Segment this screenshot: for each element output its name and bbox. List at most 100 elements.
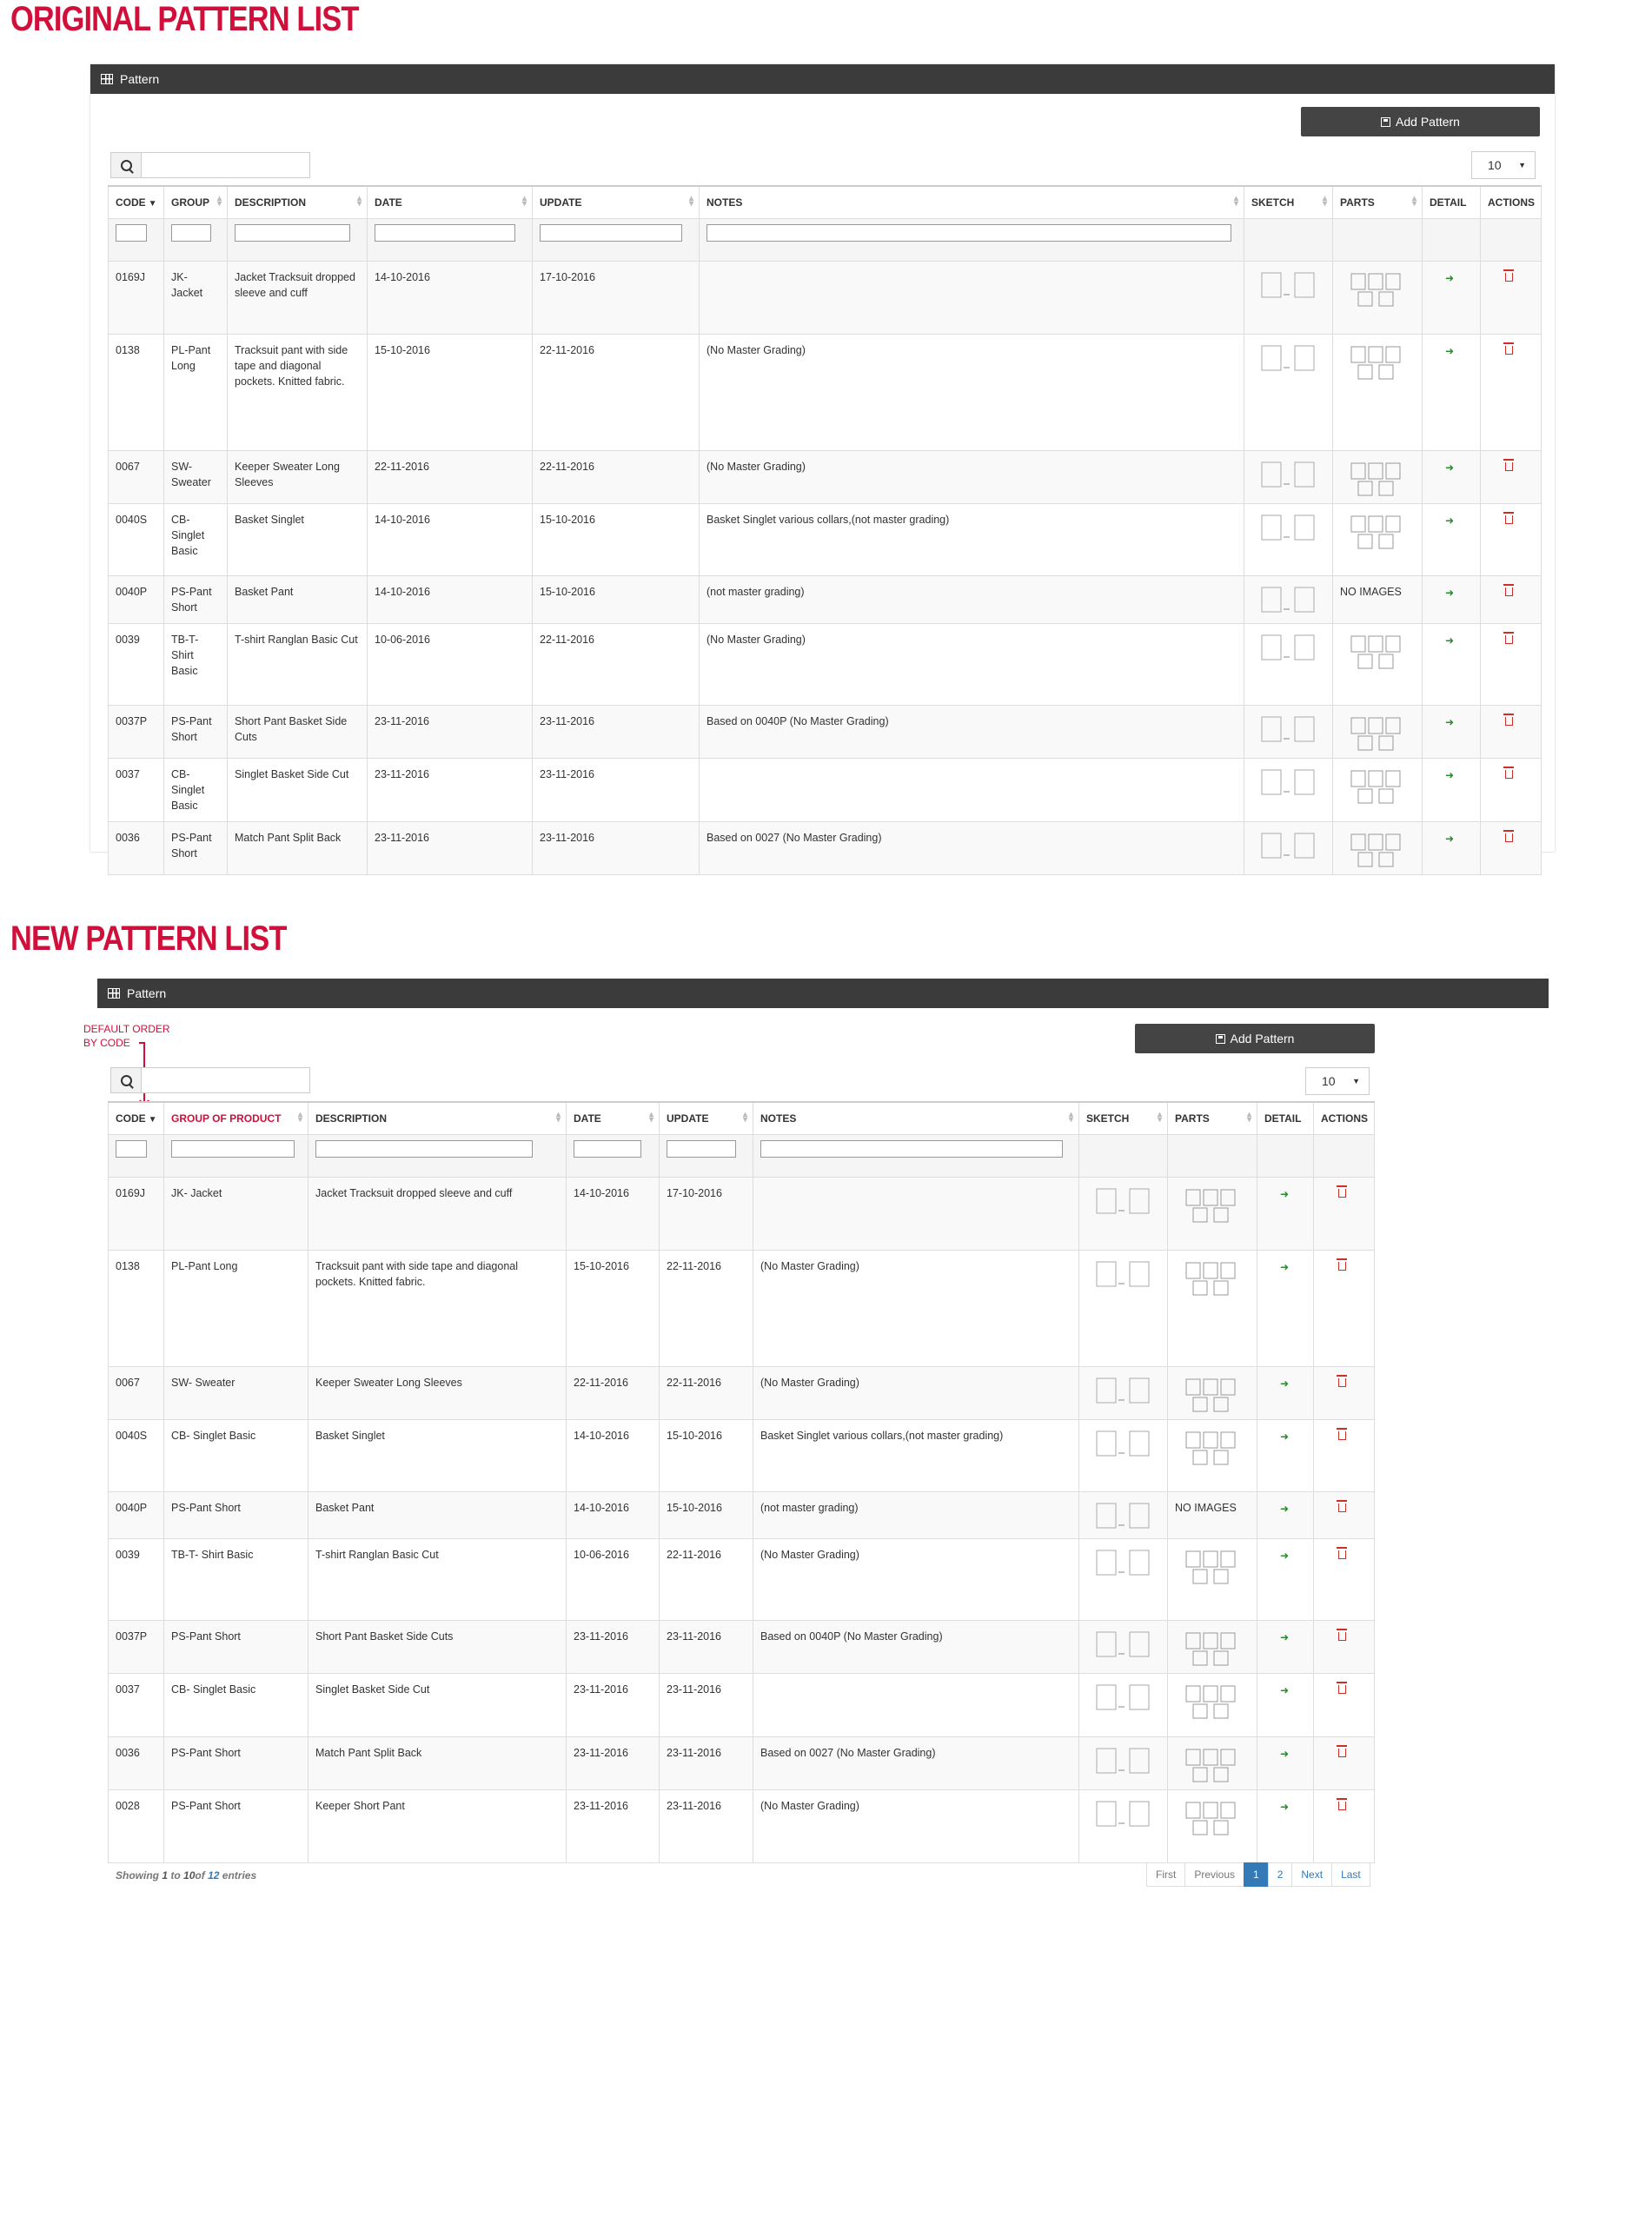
cell-parts[interactable]: [1167, 1789, 1257, 1863]
cell-parts[interactable]: NO IMAGES: [1167, 1491, 1257, 1539]
sign-in-icon[interactable]: ➜: [1280, 1429, 1289, 1444]
column-header-detail[interactable]: DETAIL: [1422, 185, 1481, 219]
filter-input-notes[interactable]: [707, 224, 1231, 242]
page-1[interactable]: 1: [1244, 1862, 1269, 1887]
cell-parts[interactable]: [1332, 334, 1423, 451]
cell-sketch[interactable]: [1244, 623, 1333, 706]
cell-parts[interactable]: [1167, 1538, 1257, 1621]
column-header-notes[interactable]: NOTES ▴ ▾: [753, 1101, 1079, 1135]
trash-icon[interactable]: [1503, 584, 1514, 596]
column-header-actions[interactable]: ACTIONS: [1480, 185, 1542, 219]
add-pattern-button[interactable]: Add Pattern: [1135, 1024, 1375, 1053]
cell-parts[interactable]: [1167, 1620, 1257, 1674]
filter-input-description[interactable]: [235, 224, 350, 242]
trash-icon[interactable]: [1503, 512, 1514, 524]
trash-icon[interactable]: [1337, 1547, 1347, 1559]
cell-sketch[interactable]: [1244, 261, 1333, 335]
column-header-sketch[interactable]: SKETCH ▴ ▾: [1078, 1101, 1168, 1135]
column-header-group-of-product[interactable]: GROUP OF PRODUCT ▴ ▾: [163, 1101, 309, 1135]
page-first[interactable]: First: [1146, 1862, 1186, 1887]
filter-input-date[interactable]: [375, 224, 515, 242]
sign-in-icon[interactable]: ➜: [1280, 1799, 1289, 1815]
cell-sketch[interactable]: [1078, 1491, 1168, 1539]
trash-icon[interactable]: [1337, 1798, 1347, 1810]
trash-icon[interactable]: [1503, 342, 1514, 355]
sign-in-icon[interactable]: ➜: [1445, 714, 1454, 730]
column-header-date[interactable]: DATE ▴ ▾: [566, 1101, 660, 1135]
filter-input-group-of-product[interactable]: [171, 1140, 295, 1158]
trash-icon[interactable]: [1337, 1258, 1347, 1271]
filter-input-code[interactable]: [116, 224, 147, 242]
cell-parts[interactable]: NO IMAGES: [1332, 575, 1423, 624]
sign-in-icon[interactable]: ➜: [1445, 585, 1454, 601]
sign-in-icon[interactable]: ➜: [1445, 633, 1454, 648]
cell-sketch[interactable]: [1078, 1736, 1168, 1790]
page-last[interactable]: Last: [1331, 1862, 1370, 1887]
page-length-select[interactable]: 10 ▼: [1305, 1067, 1370, 1095]
trash-icon[interactable]: [1337, 1745, 1347, 1757]
cell-parts[interactable]: [1332, 705, 1423, 759]
trash-icon[interactable]: [1503, 830, 1514, 842]
cell-sketch[interactable]: [1244, 705, 1333, 759]
column-header-description[interactable]: DESCRIPTION ▴ ▾: [308, 1101, 567, 1135]
add-pattern-button[interactable]: Add Pattern: [1301, 107, 1540, 136]
cell-sketch[interactable]: [1244, 503, 1333, 576]
filter-input-code[interactable]: [116, 1140, 147, 1158]
cell-parts[interactable]: [1332, 503, 1423, 576]
page-next[interactable]: Next: [1291, 1862, 1333, 1887]
trash-icon[interactable]: [1503, 269, 1514, 282]
column-header-notes[interactable]: NOTES ▴ ▾: [699, 185, 1244, 219]
sign-in-icon[interactable]: ➜: [1280, 1376, 1289, 1391]
cell-sketch[interactable]: [1078, 1366, 1168, 1420]
filter-input-date[interactable]: [574, 1140, 641, 1158]
trash-icon[interactable]: [1337, 1375, 1347, 1387]
trash-icon[interactable]: [1337, 1185, 1347, 1198]
page-2[interactable]: 2: [1267, 1862, 1293, 1887]
column-header-parts[interactable]: PARTS ▴ ▾: [1332, 185, 1423, 219]
filter-input-update[interactable]: [667, 1140, 736, 1158]
page-previous[interactable]: Previous: [1184, 1862, 1245, 1887]
cell-sketch[interactable]: [1078, 1620, 1168, 1674]
cell-parts[interactable]: [1167, 1250, 1257, 1367]
sign-in-icon[interactable]: ➜: [1445, 831, 1454, 846]
cell-sketch[interactable]: [1244, 450, 1333, 504]
trash-icon[interactable]: [1337, 1682, 1347, 1694]
sign-in-icon[interactable]: ➜: [1280, 1186, 1289, 1202]
column-header-actions[interactable]: ACTIONS: [1313, 1101, 1375, 1135]
sign-in-icon[interactable]: ➜: [1280, 1683, 1289, 1698]
sign-in-icon[interactable]: ➜: [1445, 460, 1454, 475]
column-header-code[interactable]: CODE ▼: [108, 1101, 164, 1135]
sign-in-icon[interactable]: ➜: [1280, 1630, 1289, 1645]
cell-sketch[interactable]: [1244, 575, 1333, 624]
trash-icon[interactable]: [1337, 1500, 1347, 1512]
cell-parts[interactable]: [1167, 1177, 1257, 1251]
cell-parts[interactable]: [1332, 261, 1423, 335]
column-header-parts[interactable]: PARTS ▴ ▾: [1167, 1101, 1257, 1135]
cell-parts[interactable]: [1332, 623, 1423, 706]
column-header-update[interactable]: UPDATE ▴ ▾: [532, 185, 700, 219]
cell-sketch[interactable]: [1078, 1419, 1168, 1492]
cell-sketch[interactable]: [1078, 1250, 1168, 1367]
column-header-date[interactable]: DATE ▴ ▾: [367, 185, 533, 219]
cell-sketch[interactable]: [1244, 821, 1333, 875]
cell-parts[interactable]: [1332, 758, 1423, 822]
trash-icon[interactable]: [1337, 1629, 1347, 1641]
column-header-description[interactable]: DESCRIPTION ▴ ▾: [227, 185, 368, 219]
sign-in-icon[interactable]: ➜: [1280, 1259, 1289, 1275]
cell-parts[interactable]: [1332, 821, 1423, 875]
trash-icon[interactable]: [1503, 714, 1514, 726]
trash-icon[interactable]: [1503, 767, 1514, 779]
trash-icon[interactable]: [1337, 1428, 1347, 1440]
page-length-select[interactable]: 10 ▼: [1471, 151, 1536, 179]
sign-in-icon[interactable]: ➜: [1445, 270, 1454, 286]
sign-in-icon[interactable]: ➜: [1280, 1746, 1289, 1762]
column-header-detail[interactable]: DETAIL: [1257, 1101, 1314, 1135]
cell-sketch[interactable]: [1078, 1673, 1168, 1737]
search-input[interactable]: [142, 1067, 310, 1093]
sign-in-icon[interactable]: ➜: [1445, 513, 1454, 528]
cell-parts[interactable]: [1167, 1419, 1257, 1492]
filter-input-update[interactable]: [540, 224, 682, 242]
filter-input-notes[interactable]: [760, 1140, 1063, 1158]
cell-sketch[interactable]: [1078, 1538, 1168, 1621]
sign-in-icon[interactable]: ➜: [1280, 1501, 1289, 1517]
